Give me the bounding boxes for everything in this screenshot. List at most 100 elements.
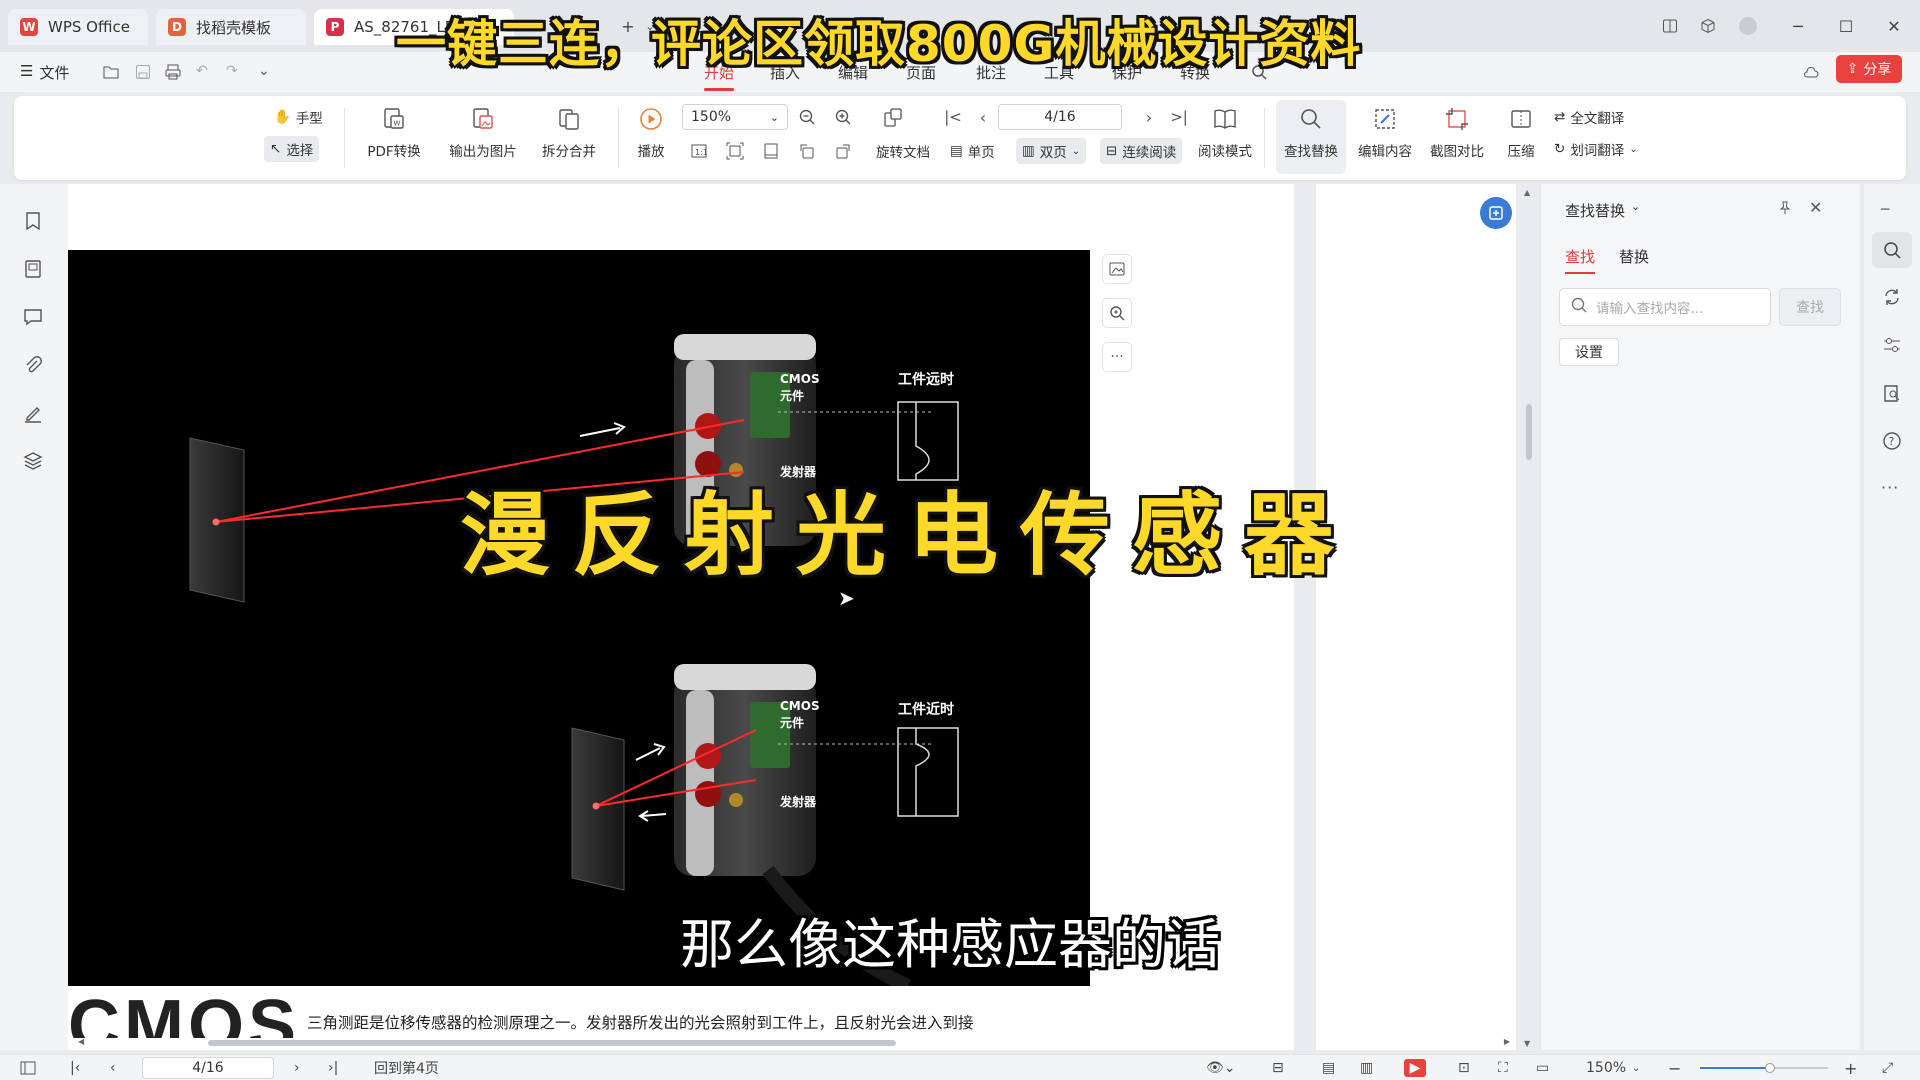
horizontal-scrollbar[interactable]: ◀ ▶ (68, 1036, 1516, 1050)
more-icon[interactable]: ··· (1881, 478, 1903, 500)
fit-icon[interactable]: ⊡ (1458, 1059, 1470, 1077)
image-tool-icon[interactable] (1102, 254, 1132, 284)
next-page-icon[interactable]: › (1136, 104, 1162, 130)
pdf-convert-button[interactable]: W PDF转换 (354, 104, 434, 160)
export-image-button[interactable]: 输出为图片 (438, 104, 528, 160)
tab-wps-office[interactable]: W WPS Office (8, 9, 148, 45)
adjust-icon[interactable] (1881, 334, 1903, 356)
scrollbar-thumb[interactable] (1526, 404, 1532, 460)
menu-file[interactable]: ☰ 文件 (20, 62, 69, 83)
cloud-icon[interactable] (1802, 63, 1820, 81)
zoom-in-icon[interactable] (830, 104, 856, 130)
print-icon[interactable] (164, 63, 182, 81)
close-icon[interactable]: ✕ (1882, 14, 1906, 38)
scroll-left-icon[interactable]: ◀ (78, 1037, 84, 1046)
rotate-doc-button[interactable]: 旋转文档 (870, 138, 936, 164)
open-folder-icon[interactable] (102, 63, 120, 81)
sidebar-toggle-icon[interactable] (20, 1059, 36, 1077)
fullscreen-fit-icon[interactable]: ⛶ (1498, 1059, 1508, 1077)
double-view-icon[interactable]: ▥ (1360, 1059, 1373, 1077)
comment-icon[interactable] (22, 306, 44, 328)
cube-icon[interactable] (1696, 14, 1720, 38)
status-page-input[interactable]: 4/16 (142, 1057, 274, 1079)
rotate-doc-icon[interactable] (880, 104, 906, 130)
find-replace-button[interactable]: 查找替换 (1276, 100, 1346, 174)
prev-page-icon[interactable]: ‹ (110, 1059, 116, 1077)
double-page-button[interactable]: ▥ 双页 ⌄ (1016, 138, 1087, 164)
vertical-scrollbar[interactable]: ▲ ▼ (1524, 184, 1534, 1050)
search-panel-icon[interactable] (1872, 232, 1912, 268)
share-button[interactable]: ⇪ 分享 (1836, 55, 1902, 83)
hand-tool-button[interactable]: ✋ 手型 (268, 104, 329, 130)
tab-replace[interactable]: 替换 (1619, 246, 1649, 267)
play-button[interactable]: 播放 (626, 104, 676, 160)
word-translate-button[interactable]: ↻ 划词翻译 ⌄ (1548, 136, 1644, 162)
first-page-icon[interactable]: |< (940, 104, 966, 130)
prev-page-icon[interactable]: ‹ (970, 104, 996, 130)
attachment-icon[interactable] (22, 354, 44, 376)
undo-icon[interactable]: ↶ (196, 63, 214, 81)
signature-icon[interactable] (22, 402, 44, 424)
panel-title[interactable]: 查找替换 ⌄ (1565, 200, 1640, 221)
next-page-icon[interactable]: › (294, 1059, 300, 1077)
minimize-icon[interactable]: ─ (1786, 14, 1810, 38)
zoom-select[interactable]: 150% ⌄ (682, 104, 788, 130)
zoom-slider-handle[interactable] (1765, 1063, 1776, 1073)
zoom-in-icon[interactable]: + (1844, 1059, 1857, 1078)
single-view-icon[interactable]: ▤ (1322, 1059, 1335, 1077)
settings-button[interactable]: 设置 (1559, 338, 1619, 366)
ai-assistant-icon[interactable] (1480, 197, 1512, 229)
layout-icon[interactable] (1658, 14, 1682, 38)
screenshot-compare-button[interactable]: 截图对比 (1422, 104, 1492, 160)
pin-icon[interactable] (1777, 200, 1793, 220)
hscrollbar-thumb[interactable] (208, 1040, 896, 1046)
layers-icon[interactable] (22, 450, 44, 472)
page-number-input[interactable]: 4/16 (998, 104, 1122, 130)
select-tool-button[interactable]: ↖ 选择 (264, 136, 320, 162)
status-zoom-select[interactable]: 150% ⌄ (1586, 1059, 1640, 1077)
quick-access-more-icon[interactable]: ⌄ (258, 63, 276, 81)
play-icon[interactable]: ▶ (1404, 1059, 1426, 1077)
collapse-icon[interactable]: ─ (1881, 202, 1903, 224)
panel-close-icon[interactable]: ✕ (1809, 198, 1822, 217)
rotate-right-icon[interactable] (830, 138, 856, 164)
continuous-view-icon[interactable]: ⊟ (1272, 1059, 1284, 1077)
full-translate-button[interactable]: ⇄ 全文翻译 (1548, 104, 1630, 130)
find-button[interactable]: 查找 (1779, 288, 1841, 326)
scroll-right-icon[interactable]: ▶ (1504, 1037, 1510, 1046)
edit-content-button[interactable]: 编辑内容 (1350, 104, 1420, 160)
actual-size-icon[interactable] (758, 138, 784, 164)
zoom-image-icon[interactable] (1102, 298, 1132, 328)
sync-icon[interactable] (1881, 286, 1903, 308)
bookmark-icon[interactable] (22, 210, 44, 232)
zoom-out-icon[interactable]: − (1668, 1059, 1681, 1078)
redo-icon[interactable]: ↷ (226, 63, 244, 81)
help-icon[interactable]: ? (1881, 430, 1903, 452)
first-page-icon[interactable]: |‹ (70, 1059, 80, 1077)
back-to-page-link[interactable]: 回到第4页 (374, 1059, 439, 1077)
fullscreen-icon[interactable]: ⤢ (1882, 1059, 1893, 1077)
fit-page-icon[interactable] (722, 138, 748, 164)
page-fit-icon[interactable]: ▭ (1536, 1059, 1549, 1077)
tab-find[interactable]: 查找 (1565, 246, 1596, 274)
last-page-icon[interactable]: ›| (328, 1059, 338, 1077)
book-search-icon[interactable] (1881, 382, 1903, 404)
save-icon[interactable] (134, 63, 152, 81)
avatar[interactable] (1736, 14, 1760, 38)
thumbnail-icon[interactable] (22, 258, 44, 280)
maximize-icon[interactable]: ☐ (1834, 14, 1858, 38)
zoom-out-icon[interactable] (794, 104, 820, 130)
compress-button[interactable]: 压缩 (1498, 104, 1544, 160)
zoom-slider[interactable] (1700, 1063, 1828, 1073)
continuous-read-button[interactable]: ⊟ 连续阅读 (1100, 138, 1183, 164)
eye-icon[interactable]: 👁⌄ (1206, 1059, 1236, 1077)
search-input[interactable]: 请输入查找内容... (1559, 288, 1771, 326)
split-merge-button[interactable]: 拆分合并 (524, 104, 614, 160)
more-icon[interactable]: ··· (1102, 342, 1132, 372)
single-page-button[interactable]: ▤ 单页 (944, 138, 1001, 164)
last-page-icon[interactable]: >| (1166, 104, 1192, 130)
fit-width-icon[interactable]: 1:1 (686, 138, 712, 164)
scroll-up-icon[interactable]: ▲ (1524, 188, 1530, 197)
scroll-down-icon[interactable]: ▼ (1524, 1039, 1530, 1048)
tab-docer-templates[interactable]: D 找稻壳模板 (156, 9, 306, 45)
